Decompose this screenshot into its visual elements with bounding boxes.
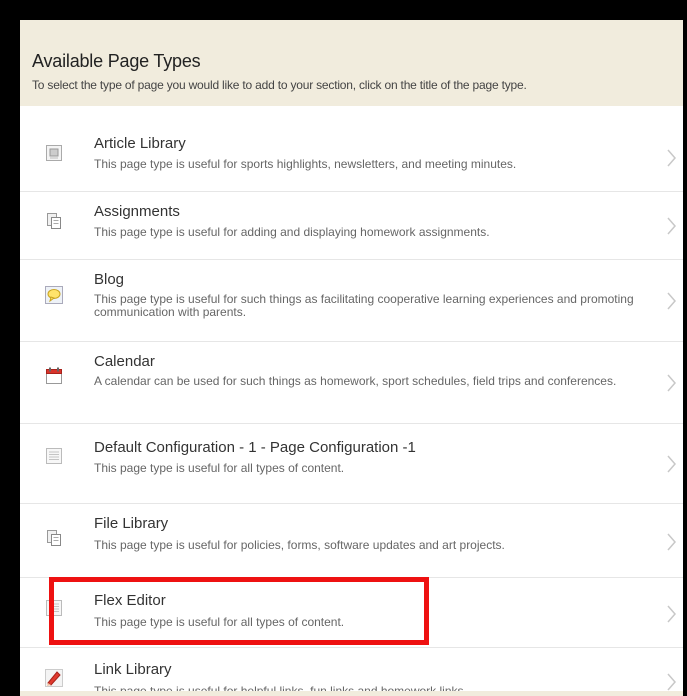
- chevron-right-icon: [667, 149, 676, 167]
- file-library-icon: [47, 530, 61, 546]
- blog-icon: [45, 286, 63, 304]
- page-type-description: This page type is useful for adding and …: [94, 225, 490, 239]
- chevron-right-icon: [667, 455, 676, 473]
- assignments-icon: [47, 213, 61, 229]
- page-type-flex-editor[interactable]: Flex Editor This page type is useful for…: [20, 578, 683, 648]
- chevron-right-icon: [667, 533, 676, 551]
- page-type-description: This page type is useful for such things…: [94, 292, 634, 319]
- dialog-subtitle: To select the type of page you would lik…: [32, 78, 527, 92]
- page-type-name: Calendar: [94, 353, 155, 370]
- chevron-right-icon: [667, 374, 676, 392]
- chevron-right-icon: [667, 292, 676, 310]
- chevron-right-icon: [667, 217, 676, 235]
- page-type-description: A calendar can be used for such things a…: [94, 374, 617, 388]
- page-type-description: This page type is useful for sports high…: [94, 157, 517, 171]
- page-type-default-configuration[interactable]: Default Configuration - 1 - Page Configu…: [20, 424, 683, 504]
- page-types-dialog: Available Page Types To select the type …: [20, 20, 683, 696]
- page-type-description: This page type is useful for all types o…: [94, 615, 345, 629]
- page-type-name: Article Library: [94, 135, 186, 152]
- link-icon: [45, 669, 63, 687]
- chevron-right-icon: [667, 673, 676, 691]
- dialog-footer-strip: [20, 691, 683, 696]
- page-type-name: Flex Editor: [94, 592, 166, 609]
- article-library-icon: [46, 145, 62, 161]
- page-icon: [46, 448, 62, 464]
- page-type-assignments[interactable]: Assignments This page type is useful for…: [20, 192, 683, 260]
- chevron-right-icon: [667, 605, 676, 623]
- page-type-calendar[interactable]: Calendar A calendar can be used for such…: [20, 342, 683, 424]
- page-type-name: Default Configuration - 1 - Page Configu…: [94, 439, 416, 456]
- page-type-link-library[interactable]: Link Library This page type is useful fo…: [20, 648, 683, 696]
- calendar-icon: [46, 367, 62, 384]
- page-type-name: File Library: [94, 515, 169, 532]
- page-type-file-library[interactable]: File Library This page type is useful fo…: [20, 504, 683, 578]
- dialog-header: Available Page Types To select the type …: [20, 20, 683, 106]
- page-type-name: Link Library: [94, 661, 172, 678]
- page-icon: [46, 600, 62, 616]
- page-type-name: Blog: [94, 271, 125, 288]
- dialog-title: Available Page Types: [32, 51, 201, 71]
- page-type-blog[interactable]: Blog This page type is useful for such t…: [20, 260, 683, 342]
- page-type-name: Assignments: [94, 203, 180, 220]
- page-type-description: This page type is useful for all types o…: [94, 461, 345, 475]
- page-type-description: This page type is useful for policies, f…: [94, 538, 505, 552]
- page-type-article-library[interactable]: Article Library This page type is useful…: [20, 124, 683, 192]
